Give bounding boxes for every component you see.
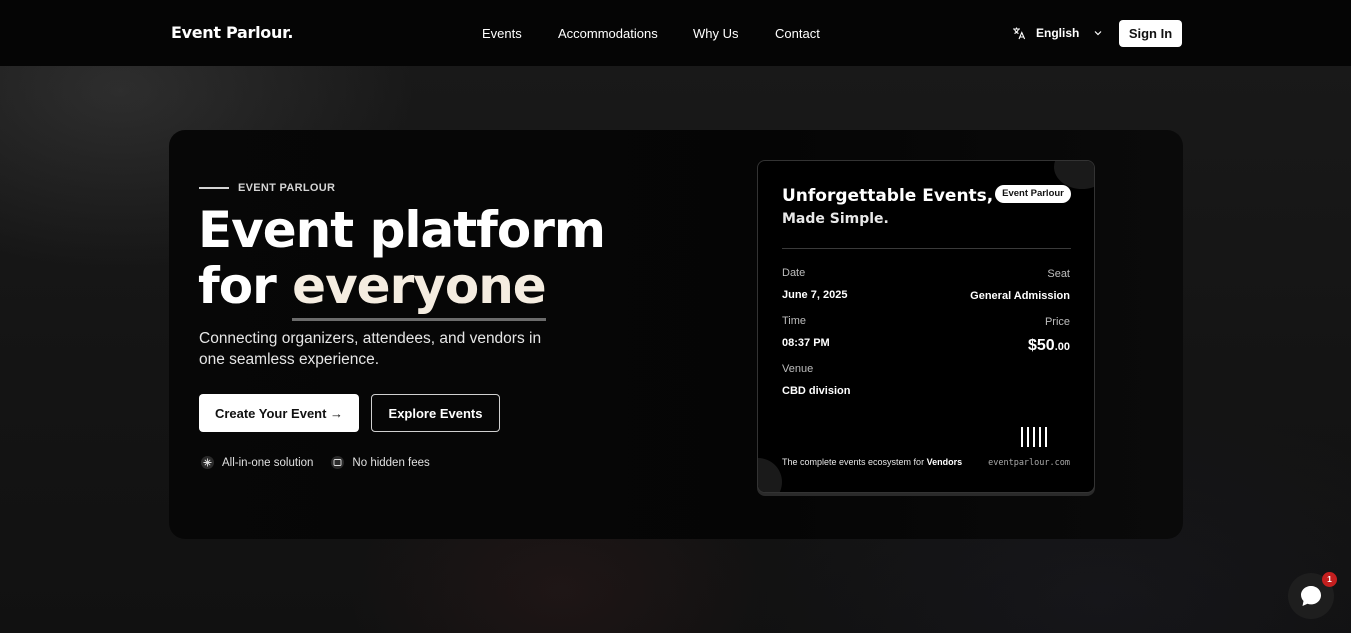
- price-cents: .00: [1054, 341, 1070, 353]
- barcode-icon: [1021, 427, 1047, 447]
- time-value: 08:37 PM: [782, 337, 830, 349]
- ticket-subtitle: Made Simple.: [782, 211, 889, 227]
- translate-icon: [1013, 27, 1026, 40]
- eyebrow-text: EVENT PARLOUR: [238, 182, 336, 194]
- create-event-button[interactable]: Create Your Event →: [199, 394, 359, 432]
- brand-logo[interactable]: Event Parlour.: [171, 23, 293, 42]
- time-label: Time: [782, 315, 807, 327]
- feature-label: All-in-one solution: [222, 456, 314, 469]
- language-selector[interactable]: English: [1012, 26, 1103, 40]
- ticket-footer: The complete events ecosystem for Vendor…: [782, 457, 962, 467]
- nav-accommodations[interactable]: Accommodations: [558, 26, 658, 41]
- ticket-notch: [758, 458, 782, 492]
- date-label: Date: [782, 267, 806, 279]
- feature-list: All-in-one solution No hidden fees: [201, 456, 448, 469]
- nav-contact[interactable]: Contact: [775, 26, 820, 41]
- nav-why-us[interactable]: Why Us: [693, 26, 739, 41]
- chat-icon: [1301, 586, 1321, 606]
- ticket-divider: [782, 248, 1071, 249]
- feature-label: No hidden fees: [352, 456, 430, 469]
- chat-unread-badge: 1: [1322, 572, 1337, 587]
- seat-label: Seat: [1047, 268, 1070, 280]
- wallet-icon: [331, 456, 345, 469]
- ticket-title: Unforgettable Events,: [782, 186, 994, 206]
- explore-events-button[interactable]: Explore Events: [371, 394, 500, 432]
- chevron-down-icon: [1094, 31, 1102, 36]
- feature-item: All-in-one solution: [201, 456, 313, 469]
- event-ticket-card: Unforgettable Events, Made Simple. Event…: [757, 160, 1095, 493]
- ticket-url: eventparlour.com: [988, 458, 1070, 468]
- nav-events[interactable]: Events: [482, 26, 522, 41]
- date-value: June 7, 2025: [782, 289, 848, 301]
- venue-label: Venue: [782, 363, 814, 375]
- headline-highlight: everyone: [292, 258, 547, 321]
- hero-headline: Event platform for everyone: [198, 201, 606, 321]
- footer-text: The complete events ecosystem for: [782, 457, 927, 467]
- hero-subtitle: Connecting organizers, attendees, and ve…: [199, 330, 542, 368]
- sparkle-icon: [201, 456, 214, 469]
- footer-bold: Vendors: [926, 457, 963, 467]
- top-navbar: Event Parlour. Events Accommodations Why…: [0, 0, 1351, 66]
- price-label: Price: [1044, 316, 1070, 328]
- eyebrow-line: [199, 187, 229, 189]
- language-label: English: [1036, 26, 1080, 40]
- venue-value: CBD division: [782, 385, 851, 397]
- seat-value: General Admission: [970, 290, 1070, 302]
- hero-eyebrow: EVENT PARLOUR: [199, 182, 335, 194]
- price-main: $50: [1028, 337, 1055, 354]
- hero-card: EVENT PARLOUR Event platform for everyon…: [169, 130, 1183, 539]
- sign-in-button[interactable]: Sign In: [1119, 20, 1182, 47]
- headline-for: for: [198, 257, 293, 315]
- ticket-badge: Event Parlour: [995, 185, 1071, 203]
- feature-item: No hidden fees: [331, 456, 430, 469]
- price-value: $50.00: [1028, 337, 1070, 355]
- chat-widget-button[interactable]: 1: [1288, 572, 1337, 619]
- headline-line1: Event platform: [198, 201, 606, 259]
